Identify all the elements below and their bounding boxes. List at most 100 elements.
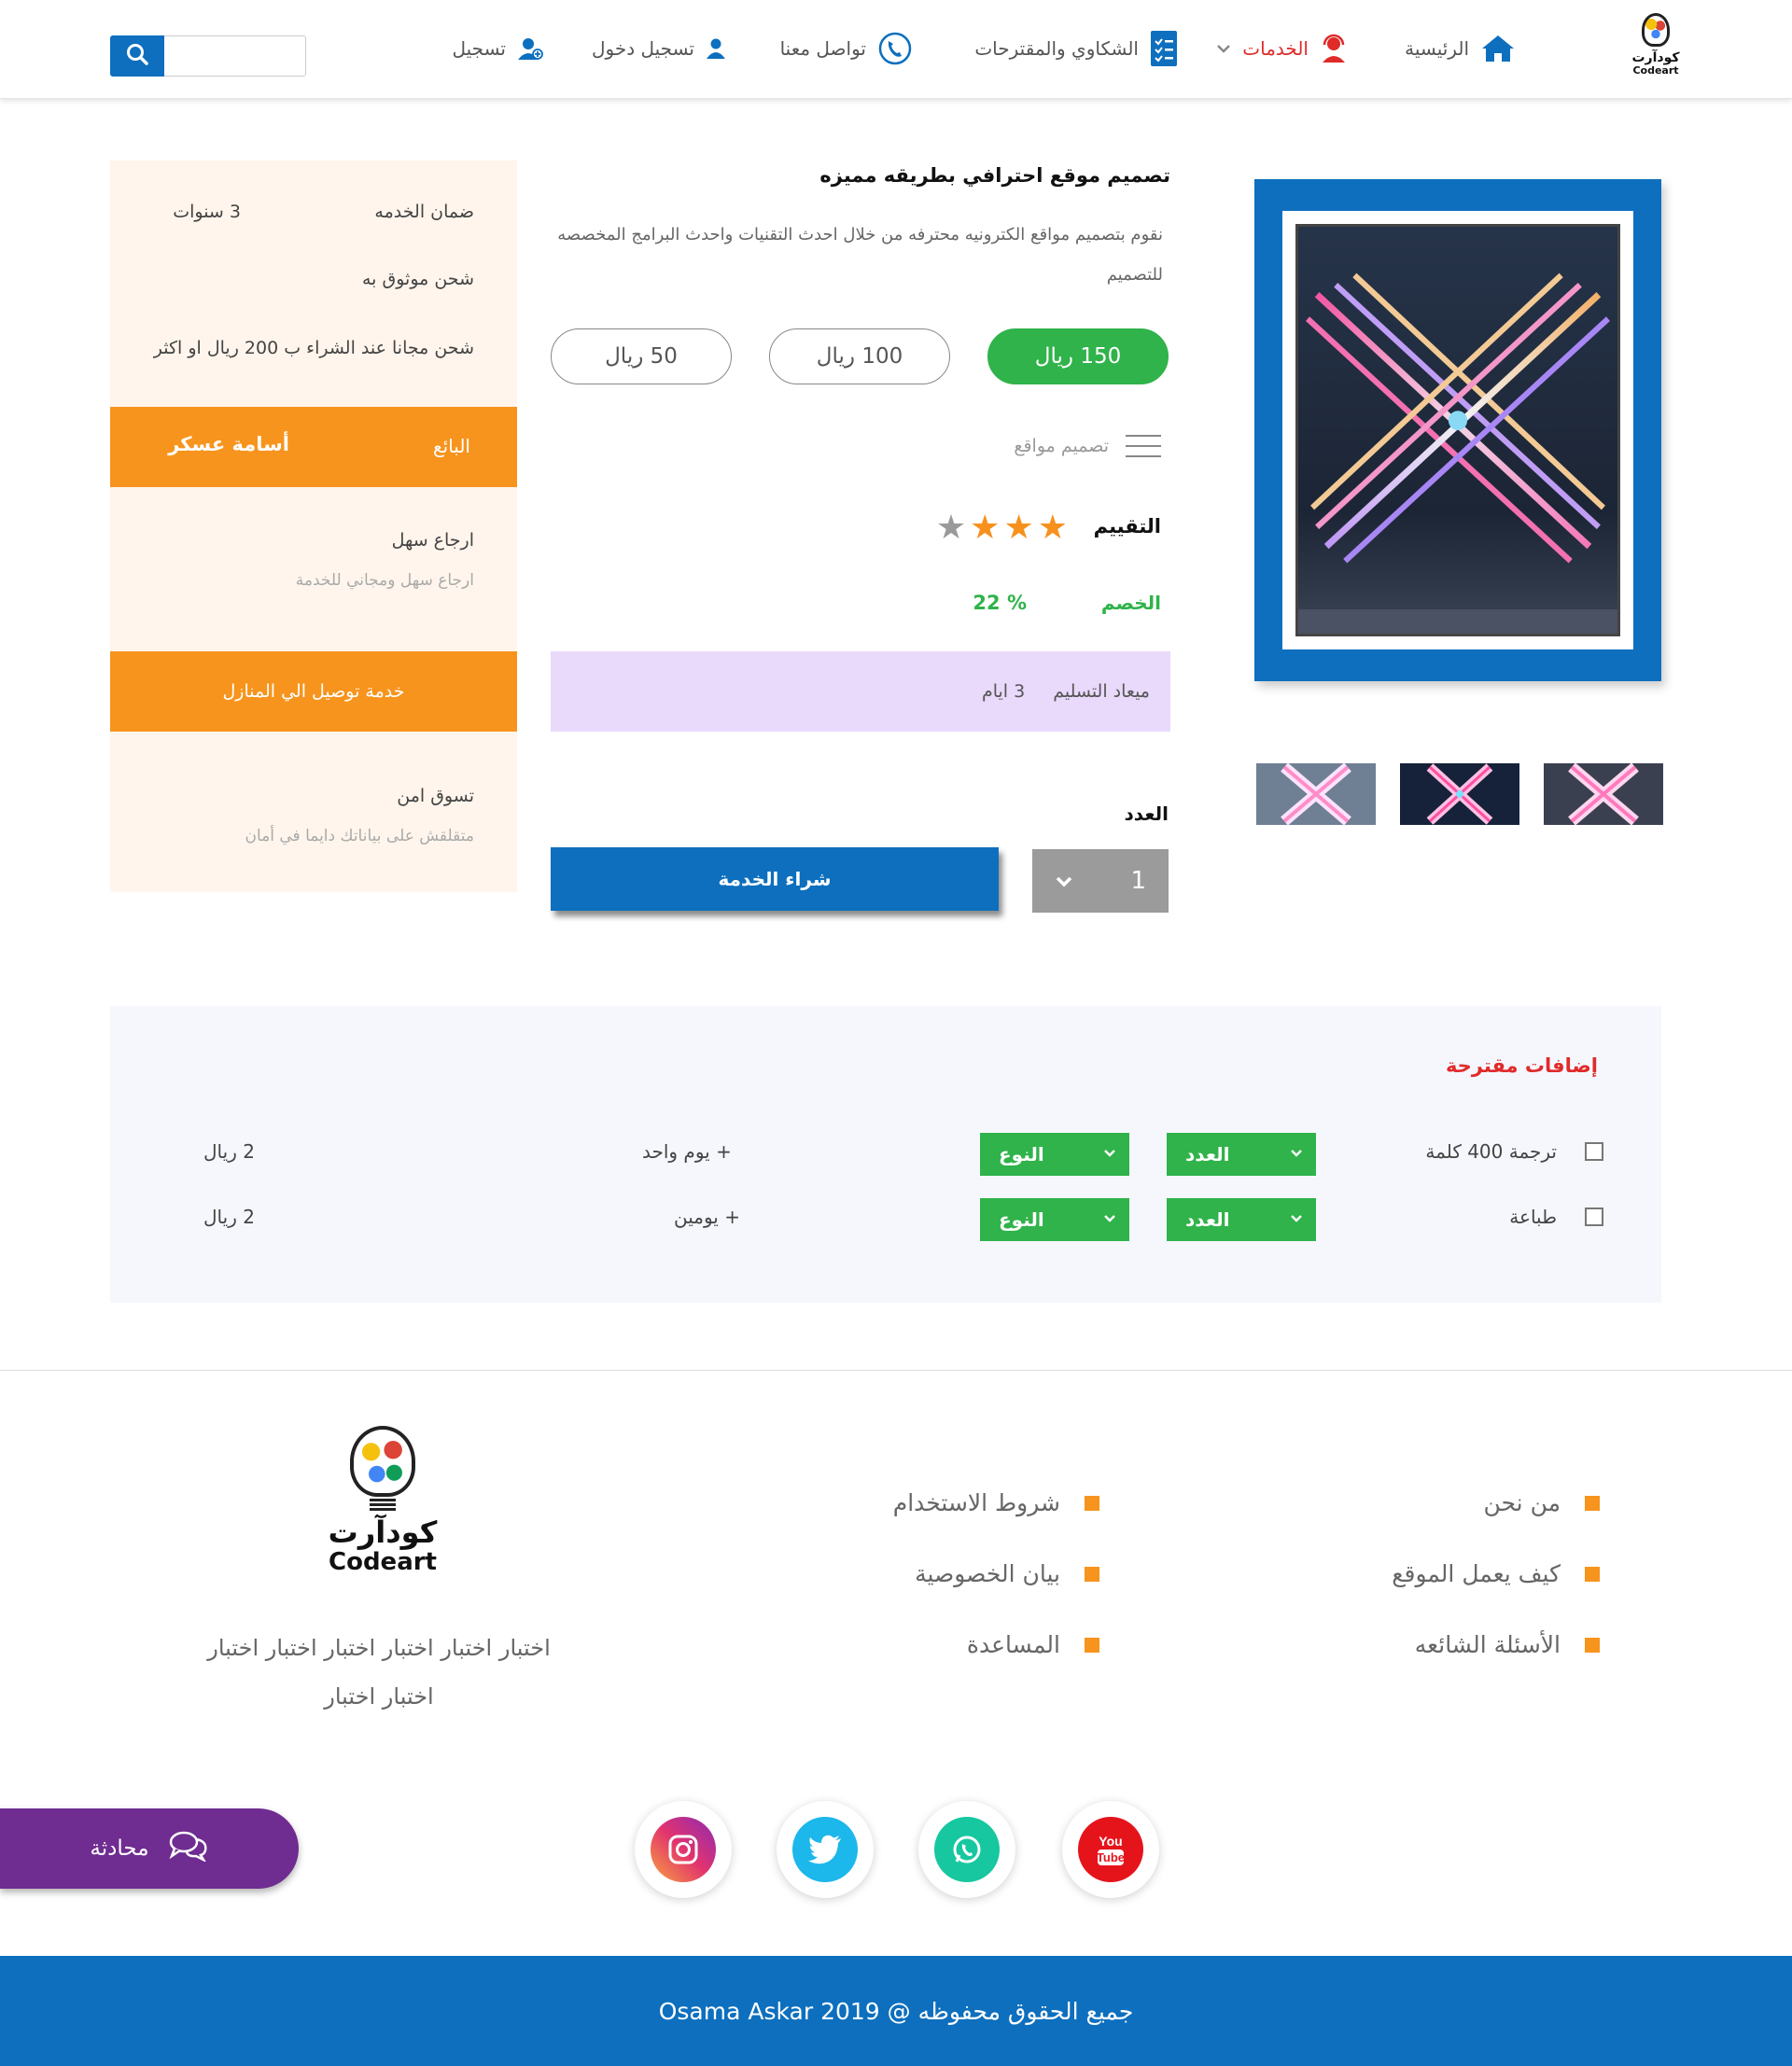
site-logo[interactable]: كودآرت Codeart: [1628, 13, 1684, 86]
addon-type-label: النوع: [999, 1208, 1044, 1231]
footer-link-label: الأسئلة الشائعه: [1414, 1631, 1561, 1658]
delivery-info: ميعاد التسليم 3 ايام: [551, 651, 1170, 732]
thumbnail-image: [1544, 763, 1663, 825]
nav-complaints-label: الشكاوي والمقترحات: [974, 37, 1139, 60]
addon-price: 2 ريال: [203, 1206, 255, 1228]
addon-name: ترجمة 400 كلمة: [1425, 1140, 1557, 1163]
addon-qty-label: العدد: [1185, 1143, 1230, 1166]
addon-qty-select[interactable]: العدد: [1167, 1133, 1316, 1176]
star-empty-icon: ★: [935, 509, 967, 547]
suggested-addons: إضافات مقترحة ترجمة 400 كلمة العدد النوع…: [110, 1006, 1661, 1303]
search-button[interactable]: [110, 35, 164, 77]
seller-bar[interactable]: البائع أسامة عسكر: [110, 407, 517, 487]
footer-link-label: شروط الاستخدام: [892, 1489, 1060, 1516]
price-option-150[interactable]: 150 ريال: [987, 328, 1169, 384]
nav-register-label: تسجيل: [452, 37, 507, 60]
product-thumbnail[interactable]: [1400, 763, 1519, 825]
rating-stars[interactable]: ★ ★ ★ ★: [936, 510, 1068, 547]
bullet-square-icon: [1585, 1637, 1600, 1653]
bullet-square-icon: [1585, 1566, 1600, 1582]
star-filled-icon: ★: [1037, 509, 1068, 547]
nav-home-label: الرئيسية: [1405, 37, 1469, 60]
product-main-image[interactable]: [1254, 179, 1661, 681]
nav-login[interactable]: تسجيل دخول: [592, 28, 726, 69]
nav-contact[interactable]: تواصل معنا: [780, 28, 913, 69]
chevron-down-icon: [1103, 1212, 1116, 1227]
menu-icon: [1126, 435, 1161, 457]
copyright-text: جميع الحقوق محفوظه @ 2019 Osama Askar: [658, 1997, 1134, 2025]
addon-checkbox[interactable]: [1585, 1207, 1603, 1226]
price-option-50[interactable]: 50 ريال: [551, 328, 732, 384]
free-shipping: شحن مجانا عند الشراء ب 200 ريال او اكثر: [153, 338, 474, 358]
footer-link-faq[interactable]: الأسئلة الشائعه: [1415, 1631, 1600, 1658]
nav-services[interactable]: الخدمات: [1216, 28, 1348, 69]
addons-title: إضافات مقترحة: [1445, 1054, 1598, 1077]
footer-link-privacy[interactable]: بيان الخصوصية: [915, 1560, 1099, 1587]
footer-logo-text-en: Codeart: [329, 1548, 437, 1576]
nav-register[interactable]: تسجيل: [453, 28, 544, 69]
thumbnail-image: [1400, 763, 1519, 825]
footer-logo[interactable]: كودآرت Codeart: [317, 1426, 448, 1594]
search-icon: [125, 42, 149, 70]
footer-link-label: المساعدة: [966, 1631, 1060, 1658]
footer-link-label: بيان الخصوصية: [915, 1560, 1060, 1587]
bullet-square-icon: [1085, 1495, 1099, 1511]
product-title: تصميم موقع احترافي بطريقه مميزه: [819, 164, 1170, 187]
chat-button[interactable]: محادثة: [0, 1808, 299, 1889]
nav-complaints[interactable]: الشكاوي والمقترحات: [974, 28, 1178, 69]
delivery-value: 3 ايام: [981, 681, 1026, 702]
bullet-square-icon: [1085, 1566, 1099, 1582]
discount-value: 22 %: [973, 592, 1027, 614]
footer-link-help[interactable]: المساعدة: [967, 1631, 1099, 1658]
footer-link-label: من نحن: [1483, 1489, 1561, 1516]
home-icon: [1480, 34, 1516, 63]
svg-text:You: You: [1099, 1834, 1122, 1849]
bullet-square-icon: [1585, 1495, 1600, 1511]
price-option-100[interactable]: 100 ريال: [769, 328, 950, 384]
youtube-icon: You Tube: [1078, 1817, 1143, 1882]
addon-checkbox[interactable]: [1585, 1142, 1603, 1161]
product-thumbnail[interactable]: [1544, 763, 1663, 825]
return-title: ارجاع سهل: [391, 530, 474, 551]
quantity-select[interactable]: 1: [1032, 849, 1169, 913]
nav-home[interactable]: الرئيسية: [1405, 28, 1516, 69]
product-thumbnail[interactable]: [1256, 763, 1376, 825]
buy-service-button[interactable]: شراء الخدمة: [551, 847, 999, 911]
twitter-button[interactable]: [777, 1801, 874, 1898]
footer-description: اختبار اختبار اختبار اختبار اختبار اختبا…: [207, 1635, 551, 1710]
chevron-down-icon: [1290, 1147, 1303, 1162]
category-label: تصميم مواقع: [1014, 436, 1109, 456]
footer-link-terms[interactable]: شروط الاستخدام: [893, 1489, 1099, 1516]
support-agent-icon: [1320, 34, 1348, 63]
addon-qty-select[interactable]: العدد: [1167, 1198, 1316, 1241]
phone-icon: [877, 31, 913, 66]
addon-option: + يومين: [674, 1206, 740, 1228]
seller-name[interactable]: أسامة عسكر: [168, 433, 289, 455]
whatsapp-button[interactable]: [918, 1801, 1015, 1898]
return-subtitle: ارجاع سهل ومجاني للخدمة: [295, 571, 474, 590]
footer-link-about[interactable]: من نحن: [1483, 1489, 1600, 1516]
lightbulb-logo-icon: [1642, 13, 1670, 47]
logo-text-en: Codeart: [1632, 64, 1679, 77]
addon-type-select[interactable]: النوع: [980, 1198, 1129, 1241]
instagram-button[interactable]: [635, 1801, 732, 1898]
rating-label: التقييم: [1093, 515, 1161, 537]
footer-link-how-it-works[interactable]: كيف يعمل الموقع: [1392, 1560, 1600, 1587]
price-option-label: 50 ريال: [605, 344, 678, 369]
addon-type-select[interactable]: النوع: [980, 1133, 1129, 1176]
price-option-label: 100 ريال: [816, 344, 903, 369]
product-category[interactable]: تصميم مواقع: [1014, 435, 1161, 457]
neon-x-image: [1295, 224, 1620, 636]
svg-text:Tube: Tube: [1097, 1850, 1125, 1864]
seller-label: البائع: [433, 435, 470, 457]
thumbnail-image: [1256, 763, 1376, 825]
home-delivery-bar: خدمة توصيل الي المنازل: [110, 651, 517, 732]
addon-option: + يوم واحد: [642, 1140, 732, 1163]
footer-logo-text-ar: كودآرت: [328, 1515, 438, 1550]
secure-shopping-subtitle: متقلقش على بياناتك دايما في أمان: [245, 827, 474, 845]
footer-link-label: كيف يعمل الموقع: [1392, 1560, 1561, 1587]
discount-label: الخصم: [1100, 592, 1161, 614]
twitter-icon: [792, 1817, 858, 1882]
warranty-value: 3 سنوات: [173, 202, 241, 222]
youtube-button[interactable]: You Tube: [1062, 1801, 1159, 1898]
